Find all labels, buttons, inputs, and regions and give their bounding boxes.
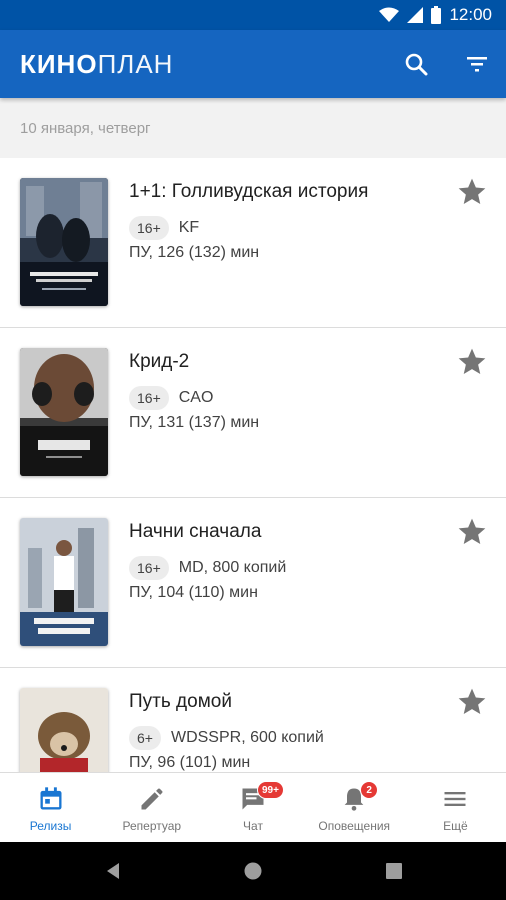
date-header: 10 января, четверг [0,98,506,158]
calendar-icon [40,787,62,810]
nav-label: Оповещения [318,819,391,833]
filter-icon [467,57,487,72]
star-icon[interactable] [456,686,488,718]
bottom-navigation: Релизы Репертуар 99+ Чат 2 Оповещения Ещ… [0,772,506,842]
search-icon [405,53,428,76]
pencil-icon [141,788,163,810]
logo-light: ПЛАН [97,48,174,79]
date-label: 10 января, четверг [20,120,151,137]
release-title: Крид-2 [129,351,190,372]
release-card[interactable]: Путь домой 6+ WDSSPR, 600 копий ПУ, 96 (… [0,668,506,772]
app-logo: КИНО ПЛАН [20,48,174,79]
age-rating-badge: 16+ [129,386,169,410]
duration-label: ПУ, 126 (132) мин [129,244,260,261]
status-time: 12:00 [449,5,492,24]
wifi-icon [379,7,400,22]
movie-poster [20,518,108,646]
home-icon[interactable] [243,861,263,881]
search-button[interactable] [402,50,430,78]
logo-bold: КИНО [20,48,98,79]
notifications-badge: 2 [360,781,379,799]
age-rating-badge: 16+ [129,556,169,580]
app-bar: КИНО ПЛАН [0,30,506,98]
duration-label: ПУ, 131 (137) мин [129,414,260,431]
movie-poster [20,688,108,772]
recents-icon[interactable] [384,861,404,881]
nav-label: Чат [243,819,263,833]
age-rating-badge: 16+ [129,216,169,240]
age-rating-badge: 6+ [129,726,161,750]
movie-poster [20,348,108,476]
chat-badge: 99+ [257,781,284,799]
system-navigation-bar [0,842,506,900]
nav-repertoire[interactable]: Репертуар [101,773,202,842]
nav-notifications[interactable]: 2 Оповещения [304,773,405,842]
release-title: Начни сначала [129,521,262,542]
star-icon[interactable] [456,516,488,548]
nav-label: Релизы [29,819,72,833]
nav-releases[interactable]: Релизы [0,773,101,842]
cellular-icon [407,7,424,23]
back-icon[interactable] [103,861,123,881]
menu-icon [444,792,466,806]
nav-label: Репертуар [122,819,182,833]
star-icon[interactable] [456,346,488,378]
release-card[interactable]: Начни сначала 16+ MD, 800 копий ПУ, 104 … [0,498,506,668]
release-card[interactable]: Крид-2 16+ CAO ПУ, 131 (137) мин [0,328,506,498]
nav-chat[interactable]: 99+ Чат [202,773,303,842]
status-bar: 12:00 [0,0,506,30]
filter-button[interactable] [463,50,491,78]
distributor-label: MD, 800 копий [178,559,287,576]
release-title: 1+1: Голливудская история [129,181,369,202]
duration-label: ПУ, 96 (101) мин [129,754,251,771]
release-title: Путь домой [129,691,232,712]
distributor-label: CAO [178,389,214,406]
distributor-label: WDSSPR, 600 копий [170,729,324,746]
releases-list[interactable]: 1+1: Голливудская история 16+ KF ПУ, 126… [0,158,506,772]
nav-label: Ещё [443,819,468,833]
movie-poster [20,178,108,306]
nav-more[interactable]: Ещё [405,773,506,842]
distributor-label: KF [178,219,200,236]
battery-icon [431,6,442,24]
duration-label: ПУ, 104 (110) мин [129,584,258,601]
release-card[interactable]: 1+1: Голливудская история 16+ KF ПУ, 126… [0,158,506,328]
star-icon[interactable] [456,176,488,208]
